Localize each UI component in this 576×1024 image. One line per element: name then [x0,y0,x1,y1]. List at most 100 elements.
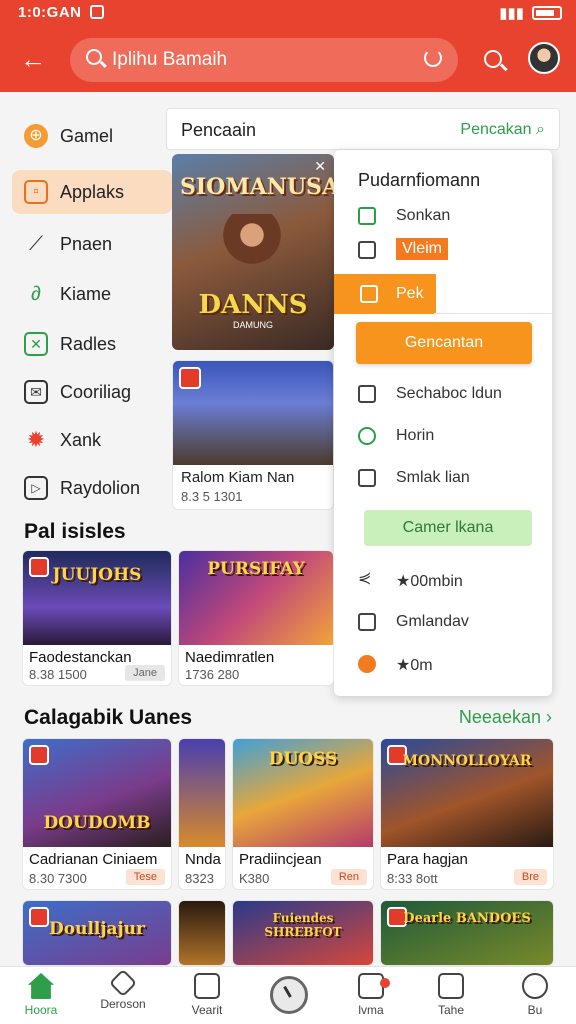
refresh-icon[interactable] [424,49,442,67]
app-square-icon: ▫ [24,180,48,204]
game-tag: Tese [125,869,165,885]
clipboard-nav-icon [438,973,464,999]
hero-character-art [212,214,292,284]
status-bar: 1:0:GAN ▮▮▮ [0,0,576,26]
back-arrow-icon[interactable]: ← [20,46,46,72]
clipboard-icon [358,241,376,259]
dropdown-item[interactable]: Sechaboc ldun [358,380,548,410]
game-card[interactable] [178,900,226,966]
sidebar-item-applaks[interactable]: ▫ Applaks [12,170,172,214]
sidebar-item-radles[interactable]: ✕ Radles [12,322,172,366]
book-icon [194,973,220,999]
nav-home[interactable]: Hoora [6,973,76,1017]
panel-link[interactable]: Pencakan ⌕ [460,121,545,139]
dropdown-item[interactable]: ⋞ ★00mbin [358,566,548,596]
game-badge-icon [179,367,201,389]
game-title: Naedimratlen [185,649,275,666]
game-art-title: Doulljajur [49,919,145,939]
nav-tahe[interactable]: Tahe [416,973,486,1017]
notification-badge [380,978,390,988]
play-box-icon: ▷ [24,476,48,500]
mail-icon: ✉ [24,380,48,404]
game-art-title: JUUJOHS [52,565,142,585]
see-more-link[interactable]: Neeaekan › [459,707,552,728]
game-card[interactable]: DUOSS Pradiincjean K380 Ren [232,738,374,890]
search-bar[interactable]: Iplihu Bamaih [70,38,458,82]
clock-icon[interactable] [270,976,308,1014]
sidebar-item-label: Xank [60,430,102,450]
game-card[interactable]: Dearle BANDOES [380,900,554,966]
edit-icon [358,613,376,631]
featured-game-title: SIOMANUSAU [180,174,334,200]
game-art-title: Fuiendes SHREBFOT [264,911,342,939]
nav-profile[interactable]: Bu [500,973,570,1017]
secondary-button[interactable]: Camer lkana [364,510,532,546]
game-art-title: Dearle BANDOES [403,911,531,926]
square-icon [358,469,376,487]
game-meta: 8.38 1500 [29,667,87,682]
primary-button[interactable]: Gencantan [356,322,532,364]
dropdown-item[interactable]: Smlak lian [358,464,548,494]
game-art-title: PURSIFAY [207,559,305,579]
close-icon[interactable]: ✕ [314,158,326,175]
battery-icon [532,6,562,20]
game-card[interactable]: Nnda 8323 [178,738,226,890]
section-title: Calagabik Uanes [24,706,193,729]
sidebar-item-label: Radles [60,334,117,354]
sidebar-item-pnaen[interactable]: ⟋ Pnaen [12,222,172,266]
signal-icon: ▮▮▮ [499,5,524,22]
featured-game-card[interactable]: ✕ SIOMANUSAU DANNS DAMUNG [172,154,334,350]
dropdown-item[interactable]: ★0m [358,650,548,680]
search-input[interactable]: Iplihu Bamaih [112,49,227,71]
game-card[interactable]: Doulljajur [22,900,172,966]
link-icon: ∂ [31,283,41,305]
share-icon: ⋞ [358,570,372,587]
notification-icon [90,5,104,19]
circle-icon [358,427,376,445]
status-icons: ▮▮▮ [499,4,562,22]
search-icon-button[interactable] [484,50,502,68]
sidebar-item-raydolion[interactable]: ▷ Raydolion [12,466,172,510]
game-title: Ralom Kiam Nan [181,469,295,486]
game-art-title: DOUDOMB [43,813,151,833]
game-art-title: DUOSS [268,749,338,769]
game-meta: 8.30 7300 [29,871,87,886]
avatar[interactable] [528,42,560,74]
chevron-right-icon: › [546,707,552,727]
sidebar-item-cooriliag[interactable]: ✉ Cooriliag [12,370,172,414]
gamepad-icon: ⊕ [24,124,48,148]
game-meta: 8323 [185,871,214,886]
game-card[interactable]: JUUJOHS Faodestanckan 8.38 1500 Jane [22,550,172,686]
dropdown-item[interactable]: Vleim [358,236,548,266]
game-thumbnail [179,901,225,965]
dropdown-item[interactable]: Sonkan [358,202,548,232]
sidebar-item-gamel[interactable]: ⊕ Gamel [12,114,172,158]
section-title: Pal isisles [24,520,126,543]
dropdown-item-active[interactable]: Pek [334,274,436,314]
app-bar: ← Iplihu Bamaih [0,26,576,92]
game-card[interactable]: PURSIFAY Naedimratlen 1736 280 [178,550,334,686]
game-card[interactable]: Fuiendes SHREBFOT [232,900,374,966]
status-time: 1:0:GAN [18,4,82,21]
game-art-title: MONNOLLOYAR [402,753,532,769]
nav-lvma[interactable]: lvma [336,973,406,1017]
panel-header: Pencaain Pencakan ⌕ [166,108,560,150]
game-tag: Jane [125,665,165,681]
wrench-icon: ⟋ [29,233,43,255]
game-title: Pradiincjean [239,851,322,868]
nav-vearit[interactable]: Vearit [172,973,242,1017]
sidebar-item-kiame[interactable]: ∂ Kiame [12,272,172,316]
divider [434,313,552,314]
dropdown-item[interactable]: Horin [358,422,548,452]
dropdown-item[interactable]: Gmlandav [358,608,548,638]
dropdown-menu: Pudarnfiomann Sonkan Vleim Pek Gencantan… [334,150,552,696]
sidebar-item-label: Applaks [60,182,125,202]
nav-deroson[interactable]: Deroson [88,968,158,1011]
sidebar-item-xank[interactable]: ✹ Xank [12,418,172,462]
game-title: Nnda [185,851,221,868]
search-icon [86,49,102,65]
game-card[interactable]: Ralom Kiam Nan 8.3 5 1301 [172,360,334,510]
game-tag: Ren [330,869,367,885]
game-card[interactable]: MONNOLLOYAR Para hagjan 8:33 8ott Bre [380,738,554,890]
game-card[interactable]: DOUDOMB Cadrianan Ciniaem 8.30 7300 Tese [22,738,172,890]
